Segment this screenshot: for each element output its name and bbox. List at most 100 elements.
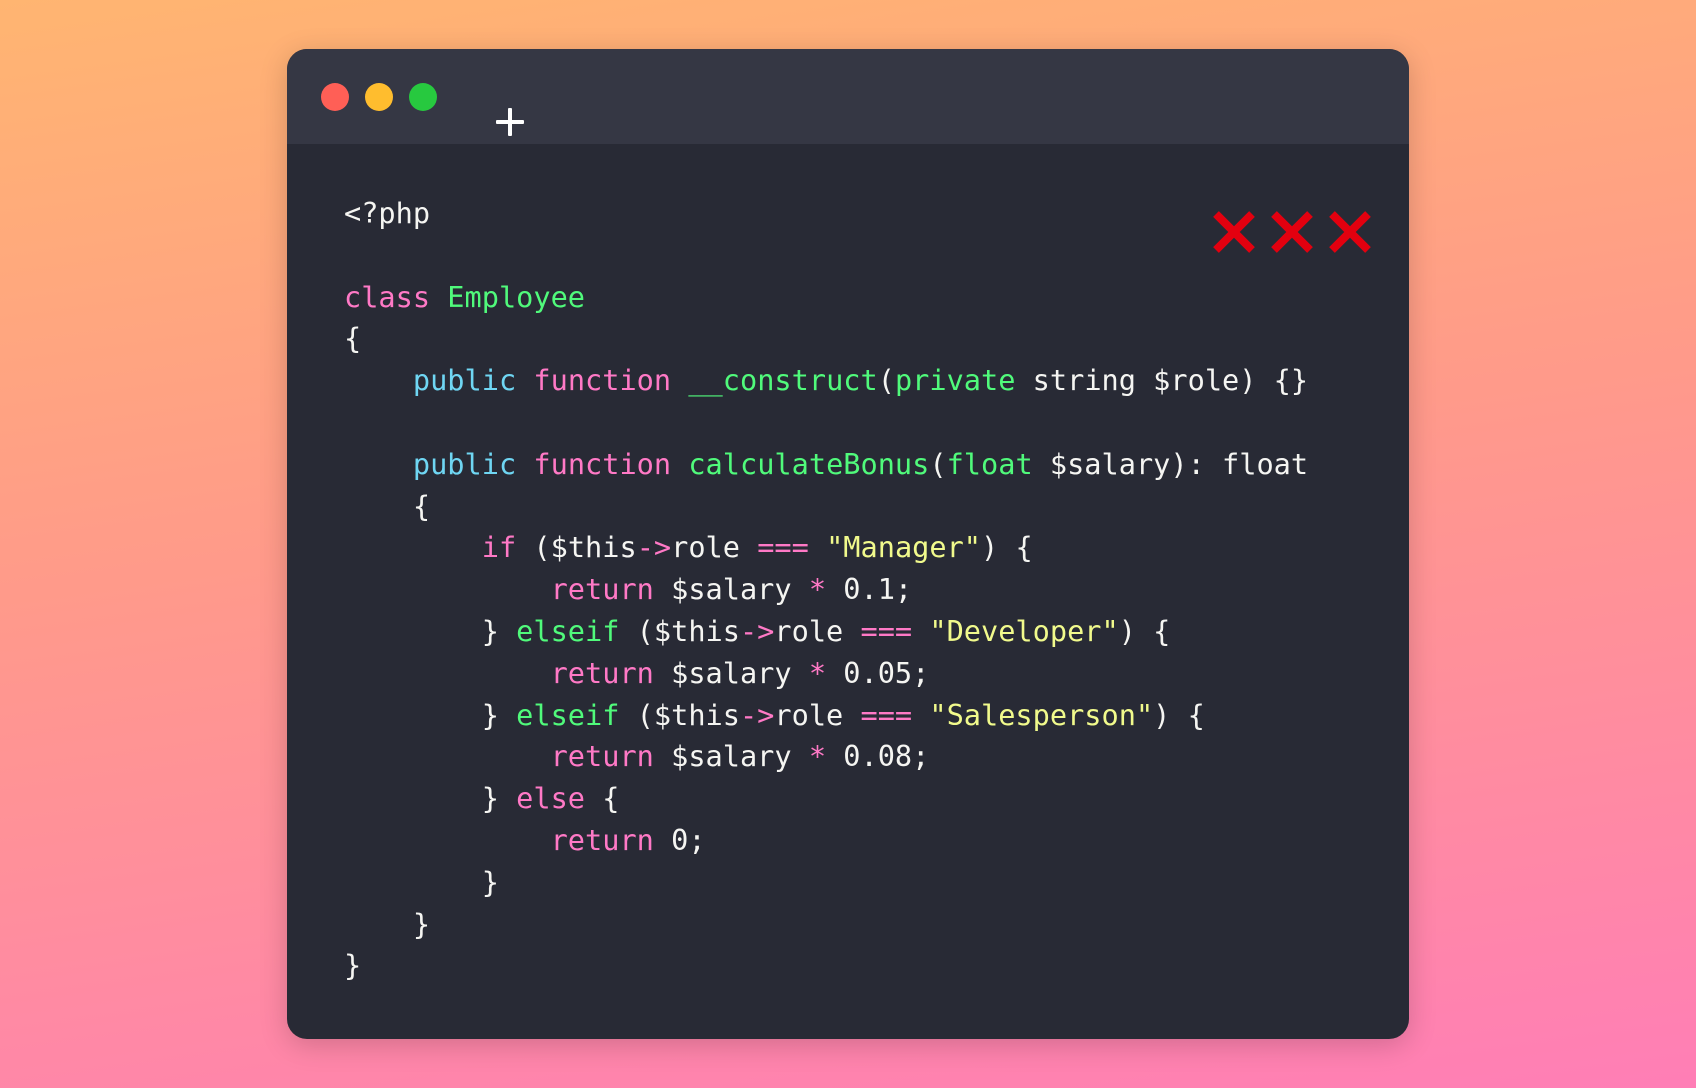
code-line: { bbox=[344, 486, 1308, 528]
code-line: } elseif ($this->role === "Salesperson")… bbox=[344, 695, 1308, 737]
code-token-op: * bbox=[808, 572, 827, 607]
code-token-plain: ($this bbox=[619, 697, 740, 732]
code-line: public function __construct(private stri… bbox=[344, 360, 1308, 402]
code-token-plain: role bbox=[671, 530, 758, 565]
code-token-plain: <?php bbox=[344, 196, 431, 230]
code-token-plain: $salary bbox=[653, 572, 809, 607]
code-token-op: -> bbox=[636, 530, 672, 565]
code-token-plain: } bbox=[344, 697, 517, 732]
code-token-plain: $salary): float bbox=[1032, 446, 1309, 481]
code-token-keyword: function bbox=[533, 363, 672, 398]
code-token-op: * bbox=[808, 739, 827, 774]
code-token-plain: $salary bbox=[653, 739, 809, 774]
code-line: return 0; bbox=[344, 820, 1308, 862]
code-token-type: private bbox=[894, 363, 1016, 398]
code-line: return $salary * 0.1; bbox=[344, 569, 1308, 611]
code-token-func: elseif bbox=[516, 697, 620, 732]
code-token-plain: 0.08; bbox=[826, 739, 930, 774]
code-token-keyword: class bbox=[344, 279, 431, 314]
code-token-plain: ( bbox=[929, 446, 947, 481]
code-token-op: -> bbox=[739, 697, 775, 732]
code-token-keyword: return bbox=[550, 655, 654, 690]
code-line: } bbox=[344, 862, 1308, 904]
code-token-plain: } bbox=[344, 864, 499, 899]
close-button[interactable] bbox=[321, 83, 349, 111]
code-line: } else { bbox=[344, 778, 1308, 820]
code-token-string: "Manager" bbox=[826, 530, 982, 565]
plus-icon[interactable] bbox=[496, 108, 524, 136]
code-line: return $salary * 0.05; bbox=[344, 653, 1308, 695]
code-token-plain: ($this bbox=[619, 613, 740, 648]
code-token-plain: $salary bbox=[653, 655, 809, 690]
code-line: class Employee bbox=[344, 277, 1308, 319]
code-token-plain: { bbox=[344, 488, 431, 523]
code-token-type: float bbox=[946, 446, 1033, 481]
code-token-keyword: else bbox=[516, 781, 586, 816]
code-token-func: calculateBonus bbox=[688, 446, 930, 481]
code-token-plain: { bbox=[344, 321, 362, 356]
code-token-plain: } bbox=[344, 906, 431, 941]
code-line: public function calculateBonus(float $sa… bbox=[344, 444, 1308, 486]
code-token-plain: ) { bbox=[1153, 697, 1205, 732]
code-line: } elseif ($this->role === "Developer") { bbox=[344, 611, 1308, 653]
code-token-op: === bbox=[860, 613, 913, 648]
code-line: } bbox=[344, 945, 1308, 987]
code-token-op: * bbox=[808, 655, 827, 690]
code-token-plain: 0.05; bbox=[826, 655, 930, 690]
code-token-plain: } bbox=[344, 613, 517, 648]
code-token-plain: role bbox=[774, 613, 861, 648]
code-token-plain: 0.1; bbox=[826, 572, 913, 607]
code-block: <?php class Employee{ public function __c… bbox=[344, 193, 1308, 987]
code-token-plain: { bbox=[585, 781, 620, 816]
code-token-classname: Employee bbox=[447, 279, 586, 314]
code-token-plain: } bbox=[344, 781, 517, 816]
code-token-plain: ($this bbox=[516, 530, 637, 565]
code-token-keyword: return bbox=[550, 739, 654, 774]
code-line: return $salary * 0.08; bbox=[344, 736, 1308, 778]
code-token-keyword: return bbox=[550, 572, 654, 607]
code-token-plain: string $role) {} bbox=[1015, 363, 1309, 398]
code-window: <?php class Employee{ public function __c… bbox=[287, 49, 1409, 1039]
code-token-keyword: return bbox=[550, 822, 654, 857]
title-bar bbox=[287, 49, 1409, 144]
minimize-button[interactable] bbox=[365, 83, 393, 111]
code-token-op: === bbox=[757, 530, 809, 565]
code-line: <?php bbox=[344, 193, 1308, 235]
code-token-string: "Developer" bbox=[929, 613, 1119, 648]
code-token-string: "Salesperson" bbox=[929, 697, 1154, 732]
x-mark-icon bbox=[1329, 211, 1371, 253]
code-token-plain: 0; bbox=[653, 822, 706, 857]
code-token-func: elseif bbox=[516, 613, 620, 648]
code-line: { bbox=[344, 318, 1308, 360]
code-token-plain: ) { bbox=[1118, 613, 1171, 648]
code-token-op: === bbox=[860, 697, 913, 732]
code-token-modifier: public bbox=[412, 363, 517, 398]
code-token-modifier: public bbox=[412, 446, 517, 481]
code-token-keyword: if bbox=[481, 530, 517, 565]
code-token-plain: } bbox=[344, 948, 362, 983]
code-line: if ($this->role === "Manager") { bbox=[344, 527, 1308, 569]
code-line: } bbox=[344, 904, 1308, 946]
code-token-plain: role bbox=[774, 697, 861, 732]
code-token-keyword: function bbox=[533, 446, 672, 481]
zoom-button[interactable] bbox=[409, 83, 437, 111]
code-token-plain: ( bbox=[877, 363, 895, 398]
code-token-func: __construct bbox=[688, 363, 878, 398]
